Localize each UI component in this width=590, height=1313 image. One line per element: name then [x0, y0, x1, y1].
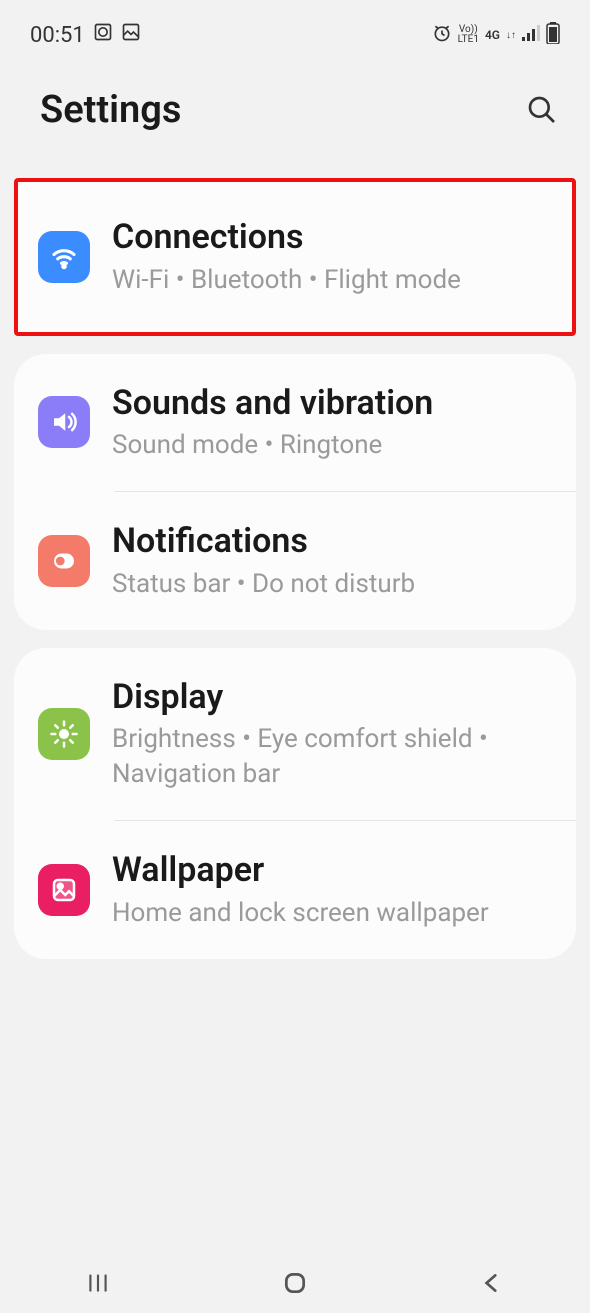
item-title: Wallpaper — [112, 849, 552, 892]
volte-indicator: Vo))LTE1 — [458, 25, 479, 45]
back-button[interactable] — [472, 1263, 512, 1303]
navigation-bar — [0, 1253, 590, 1313]
item-text: Sounds and vibration Sound mode • Ringto… — [112, 382, 552, 464]
settings-group-connections: Connections Wi-Fi • Bluetooth • Flight m… — [14, 178, 576, 336]
item-subtitle: Wi-Fi • Bluetooth • Flight mode — [112, 263, 552, 298]
brightness-icon — [38, 708, 90, 760]
item-text: Display Brightness • Eye comfort shield … — [112, 676, 552, 793]
settings-item-connections[interactable]: Connections Wi-Fi • Bluetooth • Flight m… — [18, 208, 572, 306]
item-title: Sounds and vibration — [112, 382, 552, 425]
signal-icon — [522, 25, 540, 45]
network-type: 4G — [485, 28, 500, 42]
settings-list: Connections Wi-Fi • Bluetooth • Flight m… — [0, 178, 590, 1037]
notification-icon — [38, 535, 90, 587]
volume-icon — [38, 396, 90, 448]
item-subtitle: Sound mode • Ringtone — [112, 428, 552, 463]
recents-button[interactable] — [78, 1263, 118, 1303]
item-text: Connections Wi-Fi • Bluetooth • Flight m… — [112, 216, 552, 298]
status-bar: 00:51 Vo))LTE1 4G ↓↑ — [0, 0, 590, 58]
settings-item-wallpaper[interactable]: Wallpaper Home and lock screen wallpaper — [14, 821, 576, 959]
settings-item-sounds[interactable]: Sounds and vibration Sound mode • Ringto… — [14, 354, 576, 492]
item-text: Notifications Status bar • Do not distur… — [112, 520, 552, 602]
battery-icon — [546, 22, 560, 48]
data-arrows-icon: ↓↑ — [506, 30, 516, 41]
wifi-icon — [38, 231, 90, 283]
item-subtitle: Status bar • Do not disturb — [112, 567, 552, 602]
status-right: Vo))LTE1 4G ↓↑ — [432, 22, 560, 48]
item-text: Wallpaper Home and lock screen wallpaper — [112, 849, 552, 931]
settings-group-display-wall: Display Brightness • Eye comfort shield … — [14, 648, 576, 959]
item-subtitle: Brightness • Eye comfort shield • Naviga… — [112, 722, 552, 792]
item-title: Notifications — [112, 520, 552, 563]
search-button[interactable] — [524, 92, 560, 128]
gallery-app-icon — [121, 22, 141, 48]
home-button[interactable] — [275, 1263, 315, 1303]
wallpaper-icon — [38, 864, 90, 916]
clock-app-icon — [93, 22, 113, 48]
settings-item-notifications[interactable]: Notifications Status bar • Do not distur… — [14, 492, 576, 630]
status-left: 00:51 — [30, 22, 141, 48]
item-subtitle: Home and lock screen wallpaper — [112, 896, 552, 931]
status-time: 00:51 — [30, 23, 85, 48]
header: Settings — [0, 58, 590, 162]
page-title: Settings — [40, 88, 181, 132]
alarm-icon — [432, 23, 452, 47]
settings-item-display[interactable]: Display Brightness • Eye comfort shield … — [14, 648, 576, 821]
item-title: Connections — [112, 216, 552, 259]
settings-group-sound-notif: Sounds and vibration Sound mode • Ringto… — [14, 354, 576, 630]
item-title: Display — [112, 676, 552, 719]
